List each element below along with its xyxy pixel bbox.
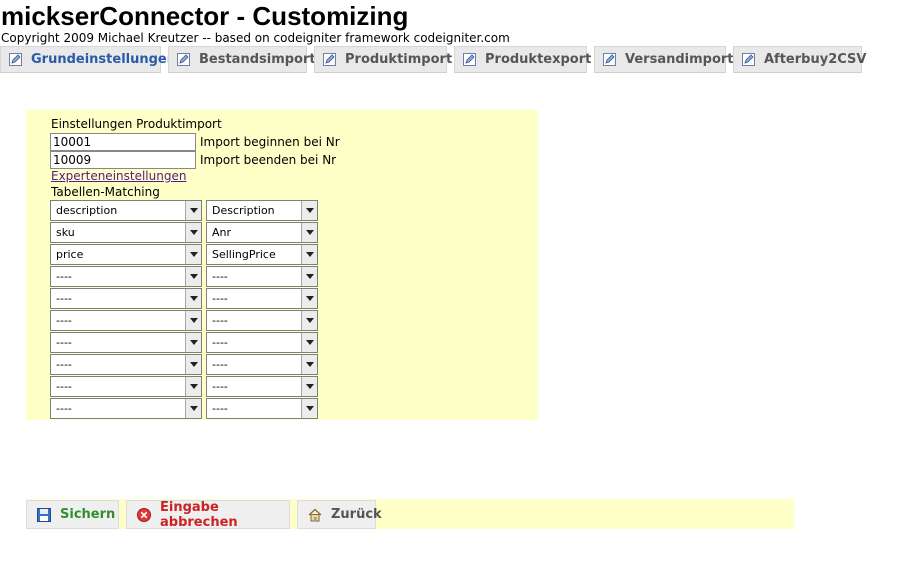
chevron-down-icon[interactable]	[185, 223, 201, 242]
chevron-down-icon[interactable]	[185, 377, 201, 396]
select-value: ----	[212, 380, 228, 393]
tab-label: Grundeinstellungen	[31, 52, 176, 67]
matching-select-right[interactable]: ----	[206, 288, 318, 309]
chevron-down-icon[interactable]	[185, 333, 201, 352]
copyright-text: Copyright 2009 Michael Kreutzer -- based…	[1, 31, 510, 45]
import-start-label: Import beginnen bei Nr	[200, 135, 340, 149]
back-button[interactable]: Zurück	[297, 500, 382, 529]
cancel-icon	[137, 507, 151, 522]
chevron-down-icon[interactable]	[301, 245, 317, 264]
matching-select-left[interactable]: ----	[50, 376, 202, 397]
edit-icon	[323, 53, 336, 66]
save-label: Sichern	[60, 507, 116, 522]
save-button[interactable]: Sichern	[26, 500, 119, 529]
import-start-input[interactable]	[50, 133, 196, 151]
select-value: ----	[56, 380, 72, 393]
select-value: ----	[212, 336, 228, 349]
matching-select-right[interactable]: SellingPrice	[206, 244, 318, 265]
tab-produktimport[interactable]: Produktimport	[314, 46, 452, 73]
chevron-down-icon[interactable]	[185, 311, 201, 330]
matching-select-left[interactable]: ----	[50, 310, 202, 331]
import-end-input[interactable]	[50, 151, 196, 169]
select-value: sku	[56, 226, 75, 239]
select-value: ----	[56, 270, 72, 283]
chevron-down-icon[interactable]	[185, 399, 201, 418]
chevron-down-icon[interactable]	[185, 245, 201, 264]
select-value: ----	[212, 358, 228, 371]
tab-bestandsimport[interactable]: Bestandsimport	[168, 46, 316, 73]
expert-settings-link[interactable]: Experteneinstellungen	[51, 169, 186, 184]
save-icon	[37, 507, 51, 522]
chevron-down-icon[interactable]	[185, 201, 201, 220]
matching-select-left[interactable]: ----	[50, 398, 202, 419]
chevron-down-icon[interactable]	[301, 377, 317, 396]
chevron-down-icon[interactable]	[301, 289, 317, 308]
select-value: description	[56, 204, 118, 217]
select-value: ----	[56, 358, 72, 371]
chevron-down-icon[interactable]	[185, 289, 201, 308]
select-value: SellingPrice	[212, 248, 276, 261]
tab-label: Versandimport	[625, 52, 734, 67]
tab-grundeinstellungen[interactable]: Grundeinstellungen	[0, 46, 176, 73]
edit-icon	[9, 53, 22, 66]
chevron-down-icon[interactable]	[301, 399, 317, 418]
section-title: Einstellungen Produktimport	[51, 117, 222, 131]
chevron-down-icon[interactable]	[301, 267, 317, 286]
matching-title: Tabellen-Matching	[51, 185, 160, 199]
edit-icon	[177, 53, 190, 66]
cancel-button[interactable]: Eingabe abbrechen	[126, 499, 290, 530]
chevron-down-icon[interactable]	[301, 311, 317, 330]
import-end-label: Import beenden bei Nr	[200, 153, 337, 167]
matching-select-right[interactable]: Anr	[206, 222, 318, 243]
chevron-down-icon[interactable]	[301, 223, 317, 242]
tab-label: Produktimport	[345, 52, 453, 67]
select-value: ----	[56, 402, 72, 415]
matching-select-right[interactable]: Description	[206, 200, 318, 221]
page-title: mickserConnector - Customizing	[1, 1, 409, 31]
chevron-down-icon[interactable]	[301, 355, 317, 374]
tab-afterbuy2csv[interactable]: Afterbuy2CSV	[733, 46, 866, 73]
back-label: Zurück	[331, 507, 382, 522]
matching-select-right[interactable]: ----	[206, 266, 318, 287]
tab-label: Bestandsimport	[199, 52, 316, 67]
matching-select-left[interactable]: ----	[50, 332, 202, 353]
matching-select-right[interactable]: ----	[206, 332, 318, 353]
matching-select-right[interactable]: ----	[206, 398, 318, 419]
select-value: ----	[212, 402, 228, 415]
cancel-label: Eingabe abbrechen	[160, 499, 238, 530]
matching-select-right[interactable]: ----	[206, 354, 318, 375]
chevron-down-icon[interactable]	[301, 333, 317, 352]
select-value: Description	[212, 204, 275, 217]
matching-select-left[interactable]: price	[50, 244, 202, 265]
select-value: ----	[212, 314, 228, 327]
chevron-down-icon[interactable]	[185, 355, 201, 374]
select-value: ----	[56, 336, 72, 349]
matching-select-left[interactable]: description	[50, 200, 202, 221]
tab-produktexport[interactable]: Produktexport	[454, 46, 591, 73]
matching-select-left[interactable]: ----	[50, 354, 202, 375]
select-value: price	[56, 248, 84, 261]
select-value: ----	[56, 292, 72, 305]
matching-select-left[interactable]: ----	[50, 266, 202, 287]
chevron-down-icon[interactable]	[301, 201, 317, 220]
edit-icon	[603, 53, 616, 66]
select-value: Anr	[212, 226, 232, 239]
edit-icon	[742, 53, 755, 66]
matching-select-right[interactable]: ----	[206, 310, 318, 331]
tab-label: Afterbuy2CSV	[764, 52, 867, 67]
matching-select-right[interactable]: ----	[206, 376, 318, 397]
tab-versandimport[interactable]: Versandimport	[594, 46, 734, 73]
select-value: ----	[212, 270, 228, 283]
edit-icon	[463, 53, 476, 66]
matching-select-left[interactable]: ----	[50, 288, 202, 309]
home-icon	[308, 508, 322, 522]
chevron-down-icon[interactable]	[185, 267, 201, 286]
select-value: ----	[56, 314, 72, 327]
select-value: ----	[212, 292, 228, 305]
matching-select-left[interactable]: sku	[50, 222, 202, 243]
tab-label: Produktexport	[485, 52, 592, 67]
